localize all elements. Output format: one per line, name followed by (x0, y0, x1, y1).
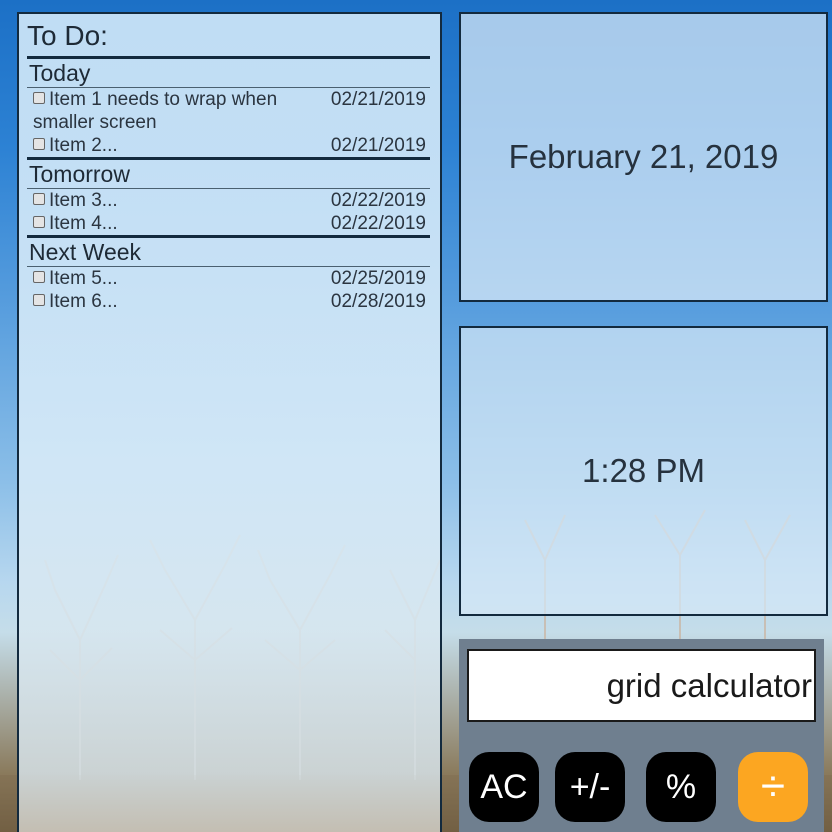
section-title-next-week: Next Week (27, 238, 430, 267)
todo-section-next-week: Next Week Item 5... 02/25/2019 Item 6...… (27, 238, 430, 313)
todo-item: Item 1 needs to wrap when smaller screen… (27, 88, 430, 134)
item-date: 02/21/2019 (330, 135, 426, 156)
section-title-tomorrow: Tomorrow (27, 160, 430, 189)
item-checkbox[interactable] (33, 216, 45, 228)
todo-item: Item 5... 02/25/2019 (27, 267, 430, 290)
section-title-today: Today (27, 59, 430, 88)
item-checkbox[interactable] (33, 193, 45, 205)
todo-item: Item 4... 02/22/2019 (27, 212, 430, 235)
current-time: 1:28 PM (582, 452, 705, 489)
negate-button[interactable]: +/- (555, 752, 625, 822)
item-checkbox[interactable] (33, 271, 45, 283)
todo-section-today: Today Item 1 needs to wrap when smaller … (27, 59, 430, 157)
item-checkbox[interactable] (33, 92, 45, 104)
item-text: Item 4... (49, 213, 118, 234)
item-text: Item 3... (49, 190, 118, 211)
item-text: Item 6... (49, 291, 118, 312)
item-date: 02/28/2019 (330, 291, 426, 312)
divide-button[interactable]: ÷ (738, 752, 808, 822)
item-date: 02/22/2019 (330, 190, 426, 211)
todo-item: Item 2... 02/21/2019 (27, 134, 430, 157)
todo-item: Item 3... 02/22/2019 (27, 189, 430, 212)
item-date: 02/25/2019 (330, 268, 426, 289)
todo-item: Item 6... 02/28/2019 (27, 290, 430, 313)
calculator-display: grid calculator (467, 649, 816, 722)
clear-button[interactable]: AC (469, 752, 539, 822)
item-date: 02/21/2019 (330, 89, 426, 110)
todo-panel: To Do: Today Item 1 needs to wrap when s… (17, 12, 442, 832)
item-text: Item 5... (49, 268, 118, 289)
item-checkbox[interactable] (33, 294, 45, 306)
todo-section-tomorrow: Tomorrow Item 3... 02/22/2019 Item 4... … (27, 160, 430, 235)
current-date: February 21, 2019 (508, 138, 779, 175)
item-text: Item 1 needs to wrap when smaller screen (33, 89, 278, 133)
calculator: grid calculator AC +/- % ÷ (459, 639, 824, 832)
item-date: 02/22/2019 (330, 213, 426, 234)
date-widget: February 21, 2019 (459, 12, 828, 302)
todo-title: To Do: (27, 18, 430, 59)
item-checkbox[interactable] (33, 138, 45, 150)
item-text: Item 2... (49, 135, 118, 156)
percent-button[interactable]: % (646, 752, 716, 822)
time-widget: 1:28 PM (459, 326, 828, 616)
